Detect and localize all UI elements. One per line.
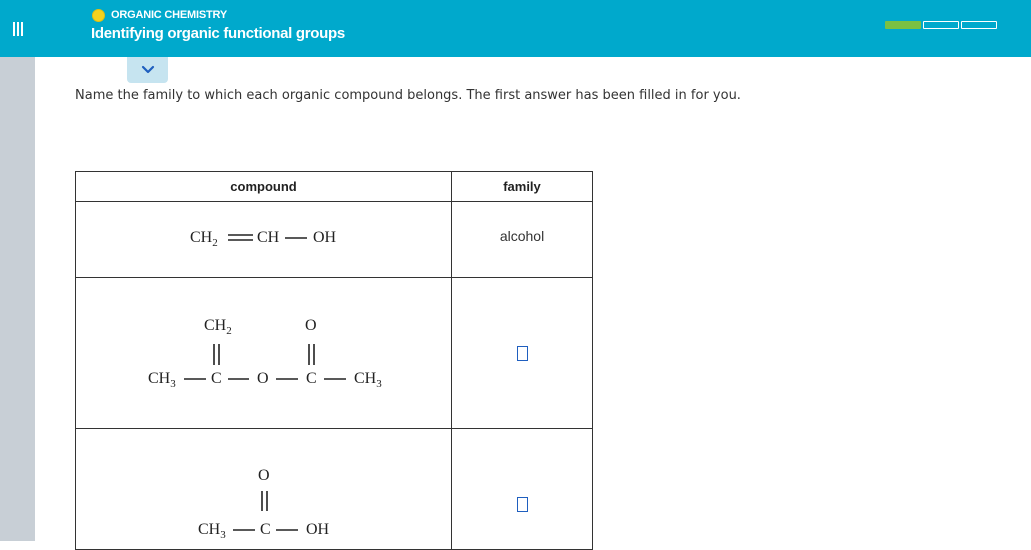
- compound-cell: CH2 CH OH: [75, 201, 452, 278]
- column-header-family: family: [451, 171, 593, 202]
- formula-ch2: CH2: [190, 229, 218, 249]
- chevron-down-icon: [141, 65, 154, 74]
- column-header-compound: compound: [75, 171, 452, 202]
- family-answer-input[interactable]: [517, 346, 528, 361]
- formula-ch3-right: CH3: [354, 370, 382, 390]
- formula-c: C: [260, 521, 271, 538]
- family-cell: alcohol: [451, 201, 593, 278]
- family-answer-input[interactable]: [517, 497, 528, 512]
- family-cell: [451, 277, 593, 429]
- table-row: CH2 CH OH alcohol: [75, 201, 593, 278]
- progress-segment: [961, 21, 997, 29]
- topic-status-dot: [92, 8, 105, 22]
- formula-oh: OH: [313, 229, 337, 246]
- formula-o-top: O: [305, 317, 317, 334]
- topic-label: ORGANIC CHEMISTRY: [111, 9, 227, 21]
- topic-row: ORGANIC CHEMISTRY: [92, 8, 227, 22]
- formula-c1: C: [211, 370, 222, 387]
- formula-ch3: CH3: [198, 521, 226, 541]
- formula-ch: CH: [257, 229, 280, 246]
- left-gutter: [0, 0, 35, 541]
- progress-segment: [923, 21, 959, 29]
- formula-o-mid: O: [257, 370, 269, 387]
- table-row: CH2 O CH3 C O C CH3: [75, 277, 593, 429]
- table-header-row: compound family: [75, 171, 593, 202]
- family-cell: [451, 428, 593, 550]
- table-row: O CH3 C OH: [75, 428, 593, 550]
- progress-indicator: [885, 21, 999, 29]
- family-answer-alcohol: alcohol: [499, 228, 545, 244]
- instructions-text: Name the family to which each organic co…: [75, 88, 741, 103]
- formula-oh: OH: [306, 521, 330, 538]
- compound-family-table: compound family CH2 CH OH alcohol CH2 O …: [75, 171, 593, 550]
- compound-cell: CH2 O CH3 C O C CH3: [75, 277, 452, 429]
- menu-button[interactable]: [0, 0, 35, 57]
- collapse-toggle[interactable]: [127, 57, 168, 83]
- formula-c2: C: [306, 370, 317, 387]
- compound-cell: O CH3 C OH: [75, 428, 452, 550]
- progress-segment: [885, 21, 921, 29]
- formula-ch3-left: CH3: [148, 370, 176, 390]
- formula-o-top: O: [258, 467, 270, 484]
- formula-ch2-top: CH2: [204, 317, 232, 337]
- menu-icon: [12, 21, 23, 36]
- compound-bonds: [184, 344, 346, 380]
- lesson-title: Identifying organic functional groups: [91, 25, 345, 42]
